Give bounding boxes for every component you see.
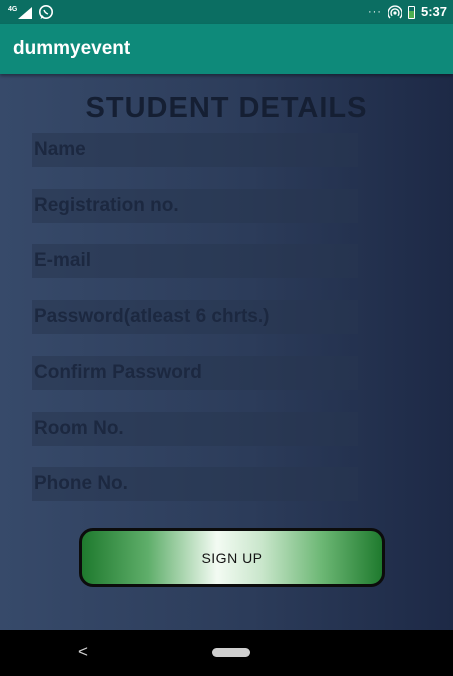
status-right-icons: ··· 5:37 (368, 3, 447, 21)
status-clock: 5:37 (420, 4, 447, 19)
sign-up-button[interactable]: SIGN UP (79, 528, 385, 587)
network-type-label: 4G (8, 5, 18, 13)
phone-no-field-placeholder: Phone No. (34, 473, 128, 494)
confirm-password-field-placeholder: Confirm Password (34, 362, 202, 383)
room-no-field-placeholder: Room No. (34, 418, 124, 439)
email-field-placeholder: E-mail (34, 250, 92, 271)
whatsapp-icon (39, 5, 54, 19)
registration-no-field-placeholder: Registration no. (34, 195, 179, 216)
status-left-icons: 4G (8, 3, 54, 21)
battery-level-fill (408, 10, 414, 18)
password-field-placeholder: Password(atleast 6 chrts.) (34, 306, 270, 327)
name-field[interactable]: Name (32, 133, 358, 167)
navigation-bar: < (0, 630, 453, 676)
name-field-placeholder: Name (34, 139, 86, 160)
battery-icon (407, 5, 415, 19)
status-bar: 4G ··· 5:37 (0, 0, 453, 24)
app-bar: dummyevent (0, 24, 453, 74)
email-field[interactable]: E-mail (32, 244, 358, 278)
password-field[interactable]: Password(atleast 6 chrts.) (32, 300, 358, 334)
sign-up-button-label: SIGN UP (201, 549, 263, 566)
home-pill-icon[interactable] (212, 648, 250, 657)
confirm-password-field[interactable]: Confirm Password (32, 356, 358, 390)
app-title: dummyevent (13, 38, 131, 59)
more-notifications-icon: ··· (367, 6, 382, 18)
registration-no-field[interactable]: Registration no. (32, 189, 358, 223)
form-heading: STUDENT DETAILS (85, 92, 368, 124)
room-no-field[interactable]: Room No. (32, 412, 358, 446)
signal-icon (18, 6, 33, 19)
form-screen: STUDENT DETAILS Name Registration no. E-… (0, 74, 453, 630)
phone-no-field[interactable]: Phone No. (32, 467, 358, 501)
back-icon[interactable]: < (78, 642, 88, 662)
hotspot-icon (387, 5, 402, 19)
signal-indicator: 4G (8, 5, 33, 19)
